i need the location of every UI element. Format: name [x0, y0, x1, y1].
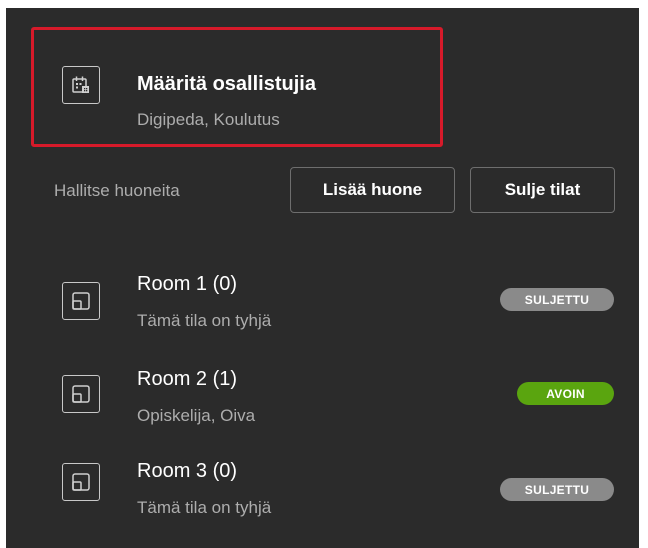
- manage-rooms-label: Hallitse huoneita: [54, 181, 180, 200]
- room-title: Room 3 (0): [137, 460, 238, 482]
- assign-participants-title[interactable]: Määritä osallistujia: [137, 73, 316, 96]
- room-status-badge: SULJETTU: [500, 288, 614, 311]
- room-status-badge: AVOIN: [517, 382, 614, 405]
- add-room-button[interactable]: Lisää huone: [290, 167, 455, 213]
- room-status-badge: SULJETTU: [500, 478, 614, 501]
- calendar-grid-icon[interactable]: [62, 66, 100, 104]
- room-title: Room 2 (1): [137, 368, 238, 390]
- room-title: Room 1 (0): [137, 273, 238, 295]
- room-subtitle: Opiskelija, Oiva: [137, 406, 256, 425]
- assign-participants-subtitle: Digipeda, Koulutus: [137, 110, 280, 129]
- close-rooms-button[interactable]: Sulje tilat: [470, 167, 615, 213]
- room-subtitle: Tämä tila on tyhjä: [137, 498, 272, 517]
- room-subtitle: Tämä tila on tyhjä: [137, 311, 272, 330]
- room-icon: [62, 282, 100, 320]
- room-icon: [62, 463, 100, 501]
- room-icon: [62, 375, 100, 413]
